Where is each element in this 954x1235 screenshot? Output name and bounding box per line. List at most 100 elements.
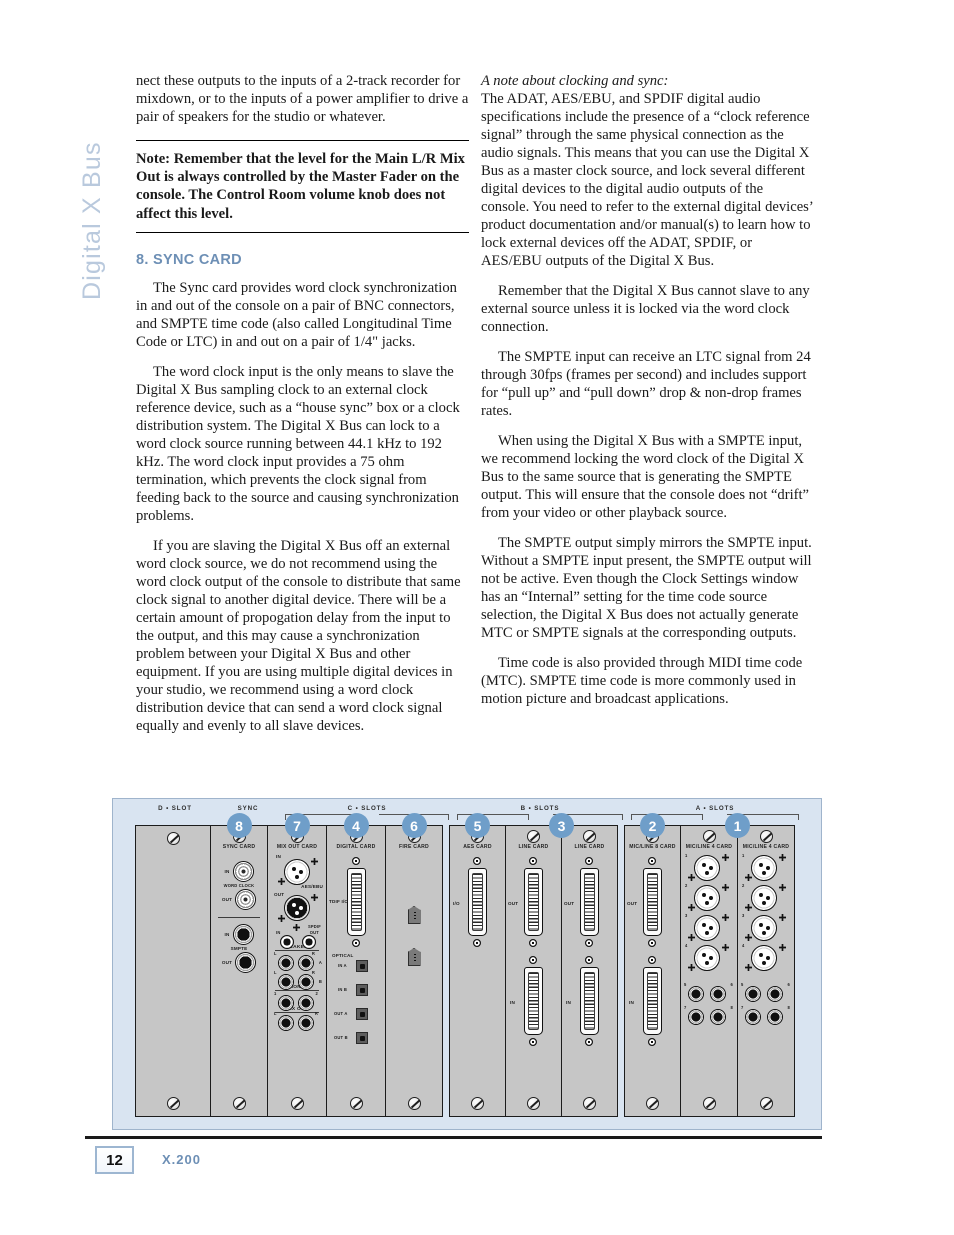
xlr-connector-ch3[interactable]: [751, 915, 777, 941]
firewire-port-1[interactable]: [407, 906, 421, 924]
mix-out-row[interactable]: L R: [272, 1011, 322, 1033]
screw-cross-icon: [688, 964, 695, 971]
group-label-spdif: SPDIF: [307, 924, 321, 929]
trs-jack-ch7[interactable]: [745, 1009, 761, 1025]
dsub-screw-icon: [529, 857, 537, 865]
xlr-connector-ch2[interactable]: [751, 885, 777, 911]
dsub-screw-icon: [585, 939, 593, 947]
line-in-block[interactable]: IN: [562, 956, 617, 1050]
optical-in-b-row[interactable]: IN B: [328, 984, 384, 1008]
bnc-connector-wordclock-out[interactable]: [235, 889, 257, 910]
trs-jack-mix-out-right[interactable]: [298, 1015, 314, 1031]
speakers-a-row[interactable]: L R A: [272, 951, 322, 971]
xlr-connector-ch4[interactable]: [751, 945, 777, 971]
phones-row[interactable]: 1 2: [272, 991, 322, 1011]
card-d-slot-blank[interactable]: [135, 825, 211, 1117]
word-clock-out-row[interactable]: OUT: [222, 889, 257, 910]
aes-io-block[interactable]: I/O: [450, 857, 505, 951]
word-clock-in-row[interactable]: IN: [225, 861, 254, 882]
trs-jack-speaker-b-right[interactable]: [298, 974, 314, 990]
trs-jack-ch8[interactable]: [767, 1009, 783, 1025]
mic-line-in-block[interactable]: IN: [625, 956, 680, 1050]
trs-jack-ch5[interactable]: [688, 986, 704, 1002]
aes-ebu-out-block[interactable]: OUT: [274, 890, 320, 924]
xlr-block-3[interactable]: 3: [742, 913, 790, 943]
dsub-connector-tdif[interactable]: [347, 868, 366, 936]
xlr-connector-ch1[interactable]: [694, 855, 720, 881]
xlr-block-1[interactable]: 1: [742, 853, 790, 883]
trs-jack-ch7[interactable]: [688, 1009, 704, 1025]
trs-jack-phones-2[interactable]: [298, 995, 314, 1011]
xlr-block-4[interactable]: 4: [742, 943, 790, 973]
xlr-connector-ch2[interactable]: [694, 885, 720, 911]
trs-jack-phones-1[interactable]: [278, 995, 294, 1011]
xlr-block-2[interactable]: 2: [685, 883, 733, 913]
optical-in-a-row[interactable]: IN A: [328, 960, 384, 984]
dsub-connector-mic-line-out[interactable]: [643, 868, 662, 936]
screw-icon: [232, 1097, 246, 1110]
dsub-connector-line-in[interactable]: [524, 967, 543, 1035]
xlr-connector-aes-out[interactable]: [284, 895, 310, 921]
xlr-connector-aes-in[interactable]: [284, 859, 310, 885]
line-out-block[interactable]: OUT: [506, 857, 561, 951]
rca-jack-spdif-out[interactable]: [302, 935, 316, 949]
xlr-block-2[interactable]: 2: [742, 883, 790, 913]
screw-icon: [290, 1097, 304, 1110]
card-fire[interactable]: 6 FIRE CARD: [385, 813, 443, 1117]
card-aes[interactable]: 5 AES CARD I/O: [449, 813, 506, 1117]
trs-row-5-6[interactable]: 5 6: [740, 982, 792, 1005]
dsub-connector-line-out[interactable]: [580, 868, 599, 936]
trs-jack-ch6[interactable]: [710, 986, 726, 1002]
card-line-1[interactable]: LINE CARD OUT IN: [505, 825, 562, 1117]
xlr-connector-ch4[interactable]: [694, 945, 720, 971]
trs-jack-mix-out-left[interactable]: [278, 1015, 294, 1031]
xlr-block-1[interactable]: 1: [685, 853, 733, 883]
optical-out-a-row[interactable]: OUT A: [328, 1008, 384, 1032]
toslink-port-in-b[interactable]: [356, 984, 368, 996]
bnc-connector-wordclock-in[interactable]: [232, 861, 254, 882]
channel-number-3: 3: [742, 913, 745, 918]
trs-jack-speaker-a-left[interactable]: [278, 955, 294, 971]
toslink-port-out-b[interactable]: [356, 1032, 368, 1044]
optical-out-b-row[interactable]: OUT B: [328, 1032, 384, 1056]
trs-jack-speaker-a-right[interactable]: [298, 955, 314, 971]
line-in-block[interactable]: IN: [506, 956, 561, 1050]
aes-ebu-in-block[interactable]: IN: [274, 854, 320, 886]
toslink-port-in-a[interactable]: [356, 960, 368, 972]
line-out-block[interactable]: OUT: [562, 857, 617, 951]
card-mic-line-8[interactable]: 2 MIC/LINE 8 CARD OUT IN: [624, 813, 681, 1117]
trs-row-7-8[interactable]: 7 8: [740, 1005, 792, 1028]
trs-row-5-6[interactable]: 5 6: [683, 982, 735, 1005]
dsub-connector-mic-line-in[interactable]: [643, 967, 662, 1035]
card-sync[interactable]: 8 SYNC CARD IN WORD CLOCK OUT IN SMPTE O…: [210, 813, 268, 1117]
trs-jack-smpte-in[interactable]: [232, 924, 254, 945]
card-mic-line-4-a[interactable]: 1 MIC/LINE 4 CARD 1 2 3 4 5 6 7 8: [680, 813, 750, 1117]
smpte-in-row[interactable]: IN: [225, 924, 254, 945]
xlr-block-3[interactable]: 3: [685, 913, 733, 943]
trs-jack-ch6[interactable]: [767, 986, 783, 1002]
trs-jack-ch5[interactable]: [745, 986, 761, 1002]
dsub-connector-line-out[interactable]: [524, 868, 543, 936]
trs-jack-ch8[interactable]: [710, 1009, 726, 1025]
xlr-connector-ch3[interactable]: [694, 915, 720, 941]
xlr-connector-ch1[interactable]: [751, 855, 777, 881]
card-line-2[interactable]: 3 LINE CARD OUT IN: [549, 813, 618, 1117]
card-mix-out[interactable]: 7 MIX OUT CARD IN AES/EBU OUT SPDIF IN O…: [267, 813, 327, 1117]
spdif-block[interactable]: SPDIF IN OUT: [272, 924, 322, 949]
dsub-connector-line-in[interactable]: [580, 967, 599, 1035]
speakers-b-row[interactable]: L R B: [272, 970, 322, 990]
dsub-connector-aes-io[interactable]: [468, 868, 487, 936]
trs-jack-smpte-out[interactable]: [235, 952, 257, 973]
rca-jack-spdif-in[interactable]: [280, 935, 294, 949]
card-mic-line-4-b[interactable]: MIC/LINE 4 CARD 1 2 3 4 5 6 7 8: [737, 825, 795, 1117]
mic-line-out-block[interactable]: OUT: [625, 857, 680, 951]
firewire-port-2[interactable]: [407, 948, 421, 966]
xlr-block-4[interactable]: 4: [685, 943, 733, 973]
card-digital[interactable]: 4 DIGITAL CARD TDIF I/O OPTICAL IN A IN …: [326, 813, 386, 1117]
trs-row-7-8[interactable]: 7 8: [683, 1005, 735, 1028]
smpte-out-row[interactable]: OUT: [222, 952, 257, 973]
tdif-block[interactable]: TDIF I/O: [328, 857, 384, 951]
dsub-screw-icon: [648, 956, 656, 964]
toslink-port-out-a[interactable]: [356, 1008, 368, 1020]
trs-jack-speaker-b-left[interactable]: [278, 974, 294, 990]
